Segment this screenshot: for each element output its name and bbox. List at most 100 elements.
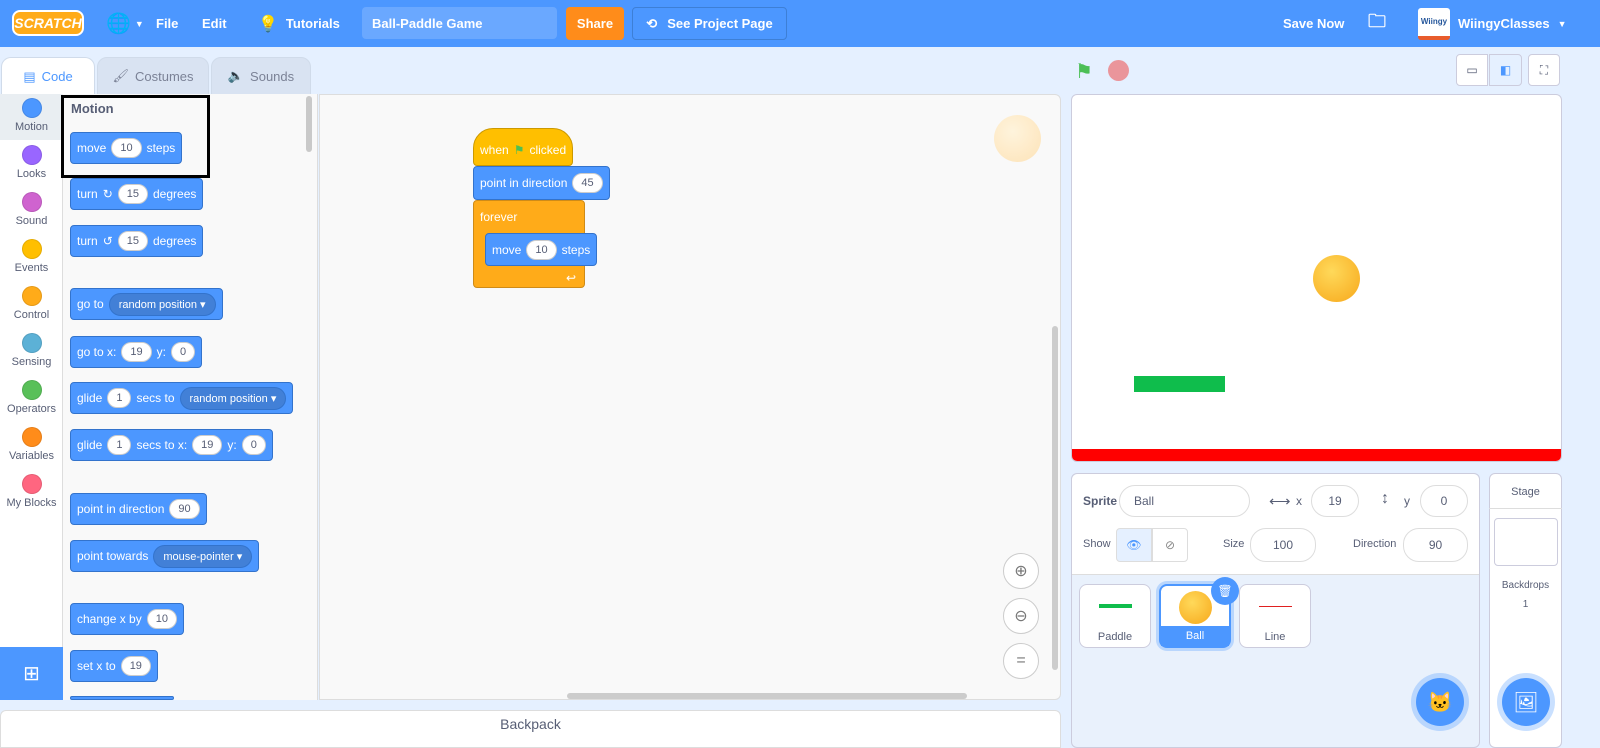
rotate-left-icon: ↺ <box>102 234 113 248</box>
palette-scrollbar[interactable] <box>306 96 312 152</box>
folder-icon[interactable]: 🗀 <box>1368 0 1386 47</box>
zoom-in-button[interactable]: ⊕ <box>1003 553 1039 589</box>
sprite-tile-paddle[interactable]: Paddle <box>1079 584 1151 648</box>
direction-input[interactable]: 90 <box>169 499 200 519</box>
stage-canvas[interactable] <box>1071 94 1562 462</box>
choose-backdrop-button[interactable]: 🖼 <box>1502 678 1550 726</box>
show-visible-button[interactable]: 👁 <box>1116 528 1152 562</box>
category-sensing[interactable]: Sensing <box>0 333 63 368</box>
line-sprite[interactable] <box>1072 449 1561 461</box>
backdrop-thumbnail[interactable] <box>1494 518 1558 566</box>
y-input[interactable]: 0 <box>1420 485 1468 517</box>
block-go-to[interactable]: go to random position ▾ <box>70 288 223 320</box>
size-label: Size <box>1223 538 1245 550</box>
zoom-out-button[interactable]: ⊖ <box>1003 598 1039 634</box>
tab-costumes[interactable]: 🖌 Costumes <box>97 57 209 95</box>
block-point-in-direction[interactable]: point in direction 45 <box>473 166 610 200</box>
hide-button[interactable]: ⊘ <box>1152 528 1188 562</box>
category-looks[interactable]: Looks <box>0 145 63 180</box>
zoom-reset-button[interactable]: = <box>1003 643 1039 679</box>
block-glide-xy[interactable]: glide 1 secs to x: 19 y: 0 <box>70 429 273 461</box>
x-input[interactable]: 10 <box>146 609 177 629</box>
steps-input[interactable]: 10 <box>111 138 142 158</box>
secs-input[interactable]: 1 <box>107 435 132 455</box>
ball-sprite[interactable] <box>1313 255 1360 302</box>
block-point-in-direction[interactable]: point in direction 90 <box>70 493 207 525</box>
category-motion[interactable]: Motion <box>0 98 63 133</box>
target-dropdown[interactable]: random position ▾ <box>179 386 287 410</box>
project-title-input[interactable]: Ball-Paddle Game <box>362 7 557 39</box>
size-input[interactable]: 100 <box>1250 528 1316 562</box>
block-when-flag-clicked[interactable]: when ⚑ clicked <box>473 128 573 166</box>
degrees-input[interactable]: 15 <box>117 184 148 204</box>
block-turn-left[interactable]: turn ↺ 15 degrees <box>70 225 204 257</box>
y-input[interactable]: 0 <box>170 342 196 362</box>
script-area[interactable] <box>319 94 1061 700</box>
account-menu[interactable]: Wiingy WiingyClasses ▼ <box>1418 0 1567 47</box>
block-text: steps <box>146 141 176 155</box>
language-globe-icon[interactable]: 🌐 ▼ <box>106 0 144 47</box>
x-input[interactable]: 19 <box>120 656 151 676</box>
block-turn-right[interactable]: turn ↻ 15 degrees <box>70 178 204 210</box>
x-input[interactable]: 19 <box>192 435 223 455</box>
sprite-thumbnail-ball <box>994 115 1041 162</box>
trash-icon[interactable]: 🗑 <box>1211 577 1239 605</box>
block-move-steps[interactable]: move 10 steps <box>485 233 598 266</box>
direction-label: Direction <box>1353 538 1397 550</box>
edit-menu[interactable]: Edit <box>202 0 227 47</box>
block-set-x[interactable]: set x to 19 <box>70 650 158 682</box>
share-button[interactable]: Share <box>566 7 624 40</box>
divider <box>1489 508 1562 509</box>
y-input[interactable]: 0 <box>241 435 266 455</box>
category-dot-icon <box>21 145 42 165</box>
category-variables[interactable]: Variables <box>0 427 63 462</box>
direction-input[interactable]: 90 <box>1403 528 1468 562</box>
file-menu[interactable]: File <box>156 0 178 47</box>
target-dropdown[interactable]: mouse-pointer ▾ <box>153 544 253 568</box>
block-text: y: <box>227 438 237 452</box>
scratch-logo[interactable]: SCRATCH <box>12 10 84 36</box>
tab-code[interactable]: ▤ Code <box>1 57 95 95</box>
secs-input[interactable]: 1 <box>107 388 132 408</box>
x-input[interactable]: 19 <box>1311 485 1359 517</box>
large-stage-button[interactable]: ◧ <box>1489 54 1522 86</box>
tab-sounds[interactable]: 🔈 Sounds <box>211 57 311 95</box>
block-change-x[interactable]: change x by 10 <box>70 603 184 635</box>
block-text: secs to x: <box>136 438 188 452</box>
category-label: My Blocks <box>6 497 57 509</box>
tab-label: Sounds <box>250 68 295 84</box>
target-dropdown[interactable]: random position ▾ <box>108 292 216 316</box>
green-flag-icon[interactable]: ⚑ <box>1075 59 1093 84</box>
block-partial[interactable] <box>70 696 174 700</box>
sprite-tile-line[interactable]: Line <box>1239 584 1311 648</box>
category-control[interactable]: Control <box>0 286 63 321</box>
category-my-blocks[interactable]: My Blocks <box>0 474 63 509</box>
fullscreen-button[interactable]: ⛶ <box>1528 54 1560 86</box>
block-move-steps[interactable]: move 10 steps <box>70 132 183 164</box>
see-project-page-button[interactable]: ⟲ See Project Page <box>632 7 787 40</box>
small-stage-button[interactable]: ▭ <box>1456 54 1488 86</box>
line-thumbnail <box>1258 606 1292 607</box>
category-operators[interactable]: Operators <box>0 380 63 415</box>
save-now-button[interactable]: Save Now <box>1283 0 1344 47</box>
paddle-sprite[interactable] <box>1134 376 1225 392</box>
choose-sprite-button[interactable]: 🐱 <box>1416 678 1464 726</box>
direction-input[interactable]: 45 <box>572 173 603 193</box>
sprite-name-input[interactable]: Ball <box>1119 485 1250 517</box>
degrees-input[interactable]: 15 <box>117 231 148 251</box>
add-extension-button[interactable]: ⊞ <box>0 647 63 700</box>
backpack[interactable]: Backpack <box>0 710 1061 748</box>
x-input[interactable]: 19 <box>121 342 152 362</box>
tutorials-button[interactable]: 💡 Tutorials <box>258 0 340 47</box>
block-go-to-xy[interactable]: go to x: 19 y: 0 <box>70 336 203 368</box>
block-text: set x to <box>77 659 116 673</box>
horizontal-scrollbar[interactable] <box>567 693 967 699</box>
block-glide[interactable]: glide 1 secs to random position ▾ <box>70 382 294 414</box>
steps-input[interactable]: 10 <box>526 239 557 260</box>
category-dot-icon <box>21 427 42 447</box>
category-events[interactable]: Events <box>0 239 63 274</box>
vertical-scrollbar[interactable] <box>1052 326 1058 670</box>
block-point-towards[interactable]: point towards mouse-pointer ▾ <box>70 540 260 572</box>
category-sound[interactable]: Sound <box>0 192 63 227</box>
stop-icon[interactable] <box>1108 60 1129 81</box>
